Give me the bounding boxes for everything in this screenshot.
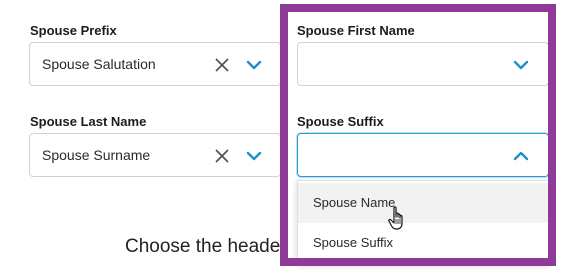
spouse-prefix-label: Spouse Prefix [30, 23, 117, 38]
dropdown-option-spouse-name[interactable]: Spouse Name [298, 183, 548, 223]
spouse-last-name-select[interactable]: Spouse Surname [29, 133, 281, 177]
spouse-last-name-label: Spouse Last Name [30, 114, 147, 129]
spouse-suffix-select[interactable] [297, 133, 549, 177]
spouse-prefix-select[interactable]: Spouse Salutation [29, 42, 281, 86]
choose-header-text: Choose the heade [125, 236, 280, 257]
spouse-suffix-dropdown-menu: Spouse Name Spouse Suffix [297, 180, 549, 264]
clear-icon[interactable] [214, 57, 230, 73]
spouse-last-name-value: Spouse Surname [42, 147, 151, 163]
chevron-down-icon[interactable] [513, 60, 529, 70]
chevron-up-icon[interactable] [513, 151, 529, 161]
spouse-suffix-label: Spouse Suffix [297, 114, 384, 129]
hand-pointer-icon [388, 206, 403, 230]
clear-icon[interactable] [214, 148, 230, 164]
chevron-down-icon[interactable] [246, 60, 262, 70]
spouse-first-name-select[interactable] [297, 42, 549, 86]
spouse-first-name-label: Spouse First Name [297, 23, 415, 38]
chevron-down-icon[interactable] [246, 151, 262, 161]
dropdown-option-spouse-suffix[interactable]: Spouse Suffix [298, 223, 548, 263]
spouse-prefix-value: Spouse Salutation [42, 56, 156, 72]
